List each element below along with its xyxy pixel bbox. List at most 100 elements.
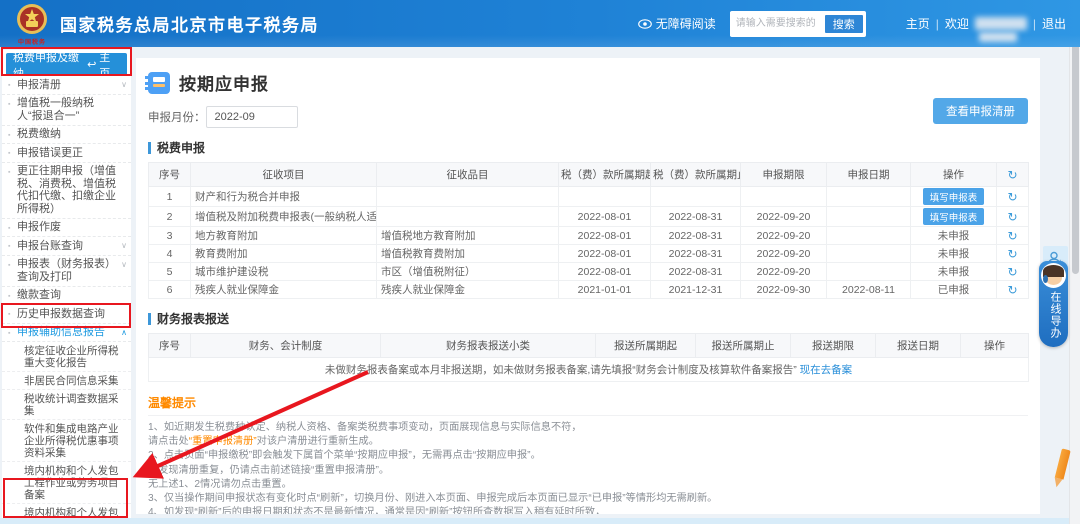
sidebar-item-label: 申报清册 <box>17 78 61 91</box>
chevron-down-icon: ∨ <box>121 259 127 269</box>
redacted-username <box>974 17 1027 30</box>
scrollbar-thumb[interactable] <box>1072 14 1079 274</box>
customer-service-avatar <box>1041 263 1066 288</box>
status-text: 未申报 <box>937 230 970 242</box>
col-levy-subitem: 征收品目 <box>376 162 559 187</box>
search-input[interactable] <box>729 11 822 36</box>
sidebar-item-label: 历史申报数据查询 <box>17 307 105 320</box>
col-action: 操作 <box>910 162 997 187</box>
sidebar-subitem-domestic-contracting-project-filing[interactable]: 境内机构和个人发包工程作业或劳务项目备案 <box>2 462 131 504</box>
refresh-icon[interactable]: ↻ <box>1007 229 1017 243</box>
table-row: 4 教育费附加 增值税教育费附加 2022-08-01 2022-08-31 2… <box>148 244 1029 263</box>
bullet-icon: ▪ <box>8 131 11 139</box>
notebook-icon <box>145 71 170 94</box>
accessibility-link[interactable]: 无障碍阅读 <box>637 15 716 32</box>
sidebar-item-historical-declaration-data-query[interactable]: ▪ 历史申报数据查询 <box>2 305 131 324</box>
bullet-icon: ▪ <box>8 224 11 232</box>
chevron-down-icon: ∨ <box>121 80 127 89</box>
sidebar-subitem-tax-statistics-survey[interactable]: 税收统计调查数据采集 <box>2 390 131 420</box>
col-period-start: 税（费）款所属期起 <box>558 162 651 187</box>
refresh-icon[interactable]: ↻ <box>1007 265 1017 279</box>
national-emblem-logo: 中国税务 <box>14 2 50 46</box>
sidebar-item-declaration-ledger-query[interactable]: ▪ 申报台账查询 ∨ <box>2 237 131 256</box>
sidebar-item-payment-query[interactable]: ▪ 缴款查询 <box>2 287 131 305</box>
refresh-icon[interactable]: ↻ <box>1007 283 1017 297</box>
chevron-down-icon: ∨ <box>121 241 127 250</box>
table-header-row: 序号 征收项目 征收品目 税（费）款所属期起 税（费）款所属期止 申报期限 申报… <box>148 162 1029 187</box>
sidebar-item-label: 申报辅助信息报告 <box>17 326 105 338</box>
view-declaration-list-button[interactable]: 查看申报清册 <box>933 98 1028 124</box>
chevron-up-icon: ∧ <box>121 327 127 337</box>
sidebar-item-declaration-list[interactable]: ▪ 申报清册 ∨ <box>2 76 131 95</box>
back-arrow-icon: ↩ <box>87 59 97 71</box>
table-row: 1 财产和行为税合并申报 填写申报表 ↻ <box>148 186 1029 207</box>
tax-declaration-table: 序号 征收项目 征收品目 税（费）款所属期起 税（费）款所属期止 申报期限 申报… <box>148 162 1029 299</box>
fill-declaration-button[interactable]: 填写申报表 <box>922 188 985 205</box>
bullet-icon: ▪ <box>8 261 11 269</box>
sidebar-item-label: 申报作废 <box>17 221 61 233</box>
vertical-scrollbar[interactable]: ∧ <box>1069 0 1080 524</box>
sidebar-item-correct-prior-declaration[interactable]: ▪ 更正往期申报（增值税、消费税、增值税代扣代缴、扣缴企业所得税） <box>2 163 131 219</box>
search-button[interactable]: 搜索 <box>823 13 864 34</box>
reset-declaration-list-link[interactable]: “重置申报清册” <box>189 436 257 447</box>
site-title: 国家税务总局北京市电子税务局 <box>60 16 319 35</box>
tip-line: 无上述1、2情况请勿点击重置。 <box>148 478 292 490</box>
sidebar-subitem-label: 境内机构和个人发包工程作业或劳务合同款项支付情况备案 <box>24 506 119 519</box>
sidebar-item-declaration-error-correction[interactable]: ▪ 申报错误更正 <box>2 144 131 163</box>
month-label: 申报月份： <box>148 112 206 124</box>
refresh-icon[interactable]: ↻ <box>1007 190 1017 204</box>
col-deadline: 申报期限 <box>740 162 827 187</box>
table-header-row: 序号 财务、会计制度 财务报表报送小类 报送所属期起 报送所属期止 报送期限 报… <box>148 333 1029 358</box>
sidebar-item-tax-payment[interactable]: ▪ 税费缴纳 <box>2 126 131 144</box>
col-declare-date: 申报日期 <box>826 162 911 187</box>
go-filing-link[interactable]: 现在去备案 <box>800 364 853 376</box>
sidebar-subitem-domestic-contracting-payment-filing[interactable]: 境内机构和个人发包工程作业或劳务合同款项支付情况备案 <box>2 504 131 519</box>
online-guide-label: 在线导办 <box>1049 291 1061 339</box>
status-text: 已申报 <box>937 284 970 296</box>
sidebar-subitem-nonresident-contract-info[interactable]: 非居民合同信息采集 <box>2 372 131 390</box>
accessibility-label: 无障碍阅读 <box>655 17 716 31</box>
tax-declaration-section-title: 税费申报 <box>148 139 1028 156</box>
online-guide-float-button[interactable]: 在线导办 <box>1039 261 1068 347</box>
welcome-label: 欢迎 <box>944 17 969 31</box>
tip-line: 3、仅当操作期间申报状态有变化时点“刷新”，切换月份、刚进入本页面、申报完成后本… <box>148 493 718 505</box>
sidebar-subitem-label: 软件和集成电路产业企业所得税优惠事项资料采集 <box>24 422 119 459</box>
table-row: 6 残疾人就业保障金 残疾人就业保障金 2021-01-01 2021-12-3… <box>148 280 1029 299</box>
bullet-icon: ▪ <box>8 100 11 108</box>
col-refresh: ↻ <box>996 162 1029 187</box>
sidebar-item-label: 增值税一般纳税人“报退合一” <box>17 97 94 122</box>
sidebar-item-declaration-void[interactable]: ▪ 申报作废 <box>2 219 131 237</box>
sidebar-item-label: 更正往期申报（增值税、消费税、增值税代扣代缴、扣缴企业所得税） <box>17 165 116 215</box>
bullet-icon: ▪ <box>8 150 11 157</box>
sidebar-item-declaration-form-query-print[interactable]: ▪ 申报表（财务报表）查询及打印 ∨ <box>2 256 131 287</box>
bullet-icon: ▪ <box>8 329 11 337</box>
sidebar-subitem-assessed-cit-major-change-report[interactable]: 核定征收企业所得税重大变化报告 <box>2 342 131 372</box>
sidebar-subitem-label: 税收统计调查数据采集 <box>24 392 119 417</box>
table-row: 2 增值税及附加税费申报表(一般纳税人适用) 2022-08-01 2022-0… <box>148 206 1029 227</box>
refresh-icon[interactable]: ↻ <box>1007 247 1017 261</box>
home-link[interactable]: 主页 <box>906 15 930 32</box>
sidebar-header: 税费申报及缴纳 ↩ 主页 <box>6 52 127 80</box>
main-content: 按期应申报 申报月份： 查看申报清册 税费申报 序号 征收项目 征收品目 税（费… <box>136 58 1040 514</box>
header-search: 搜索 <box>729 10 866 37</box>
sidebar-item-label: 申报表（财务报表）查询及打印 <box>17 258 116 283</box>
sidebar-subitem-label: 境内机构和个人发包工程作业或劳务项目备案 <box>24 464 119 501</box>
sidebar-item-vat-general-taxpayer[interactable]: ▪ 增值税一般纳税人“报退合一” <box>2 95 131 126</box>
sidebar-item-label: 税费缴纳 <box>17 128 61 140</box>
refresh-icon[interactable]: ↻ <box>1007 168 1017 182</box>
sidebar-subitem-software-ic-cit-preference[interactable]: 软件和集成电路产业企业所得税优惠事项资料采集 <box>2 420 131 462</box>
refresh-icon[interactable]: ↻ <box>1007 210 1017 224</box>
fill-declaration-button[interactable]: 填写申报表 <box>922 208 985 225</box>
welcome-area: 欢迎 <box>944 15 1027 42</box>
page-title: 按期应申报 <box>179 75 269 94</box>
redacted-username-line2 <box>978 32 1017 42</box>
bottom-strip <box>0 518 1080 524</box>
bullet-icon: ▪ <box>8 82 11 89</box>
bullet-icon: ▪ <box>8 311 11 318</box>
table-row: 3 地方教育附加 增值税地方教育附加 2022-08-01 2022-08-31… <box>148 226 1029 245</box>
finance-empty-message: 未做财务报表备案或本月非报送期，如未做财务报表备案,请先填报“财务会计制度及核算… <box>324 364 797 376</box>
col-seq: 序号 <box>148 162 191 187</box>
declaration-month-input[interactable] <box>205 106 298 128</box>
logout-link[interactable]: 退出 <box>1042 15 1066 32</box>
sidebar-item-auxiliary-info-report[interactable]: ▪ 申报辅助信息报告 ∧ <box>2 324 131 342</box>
